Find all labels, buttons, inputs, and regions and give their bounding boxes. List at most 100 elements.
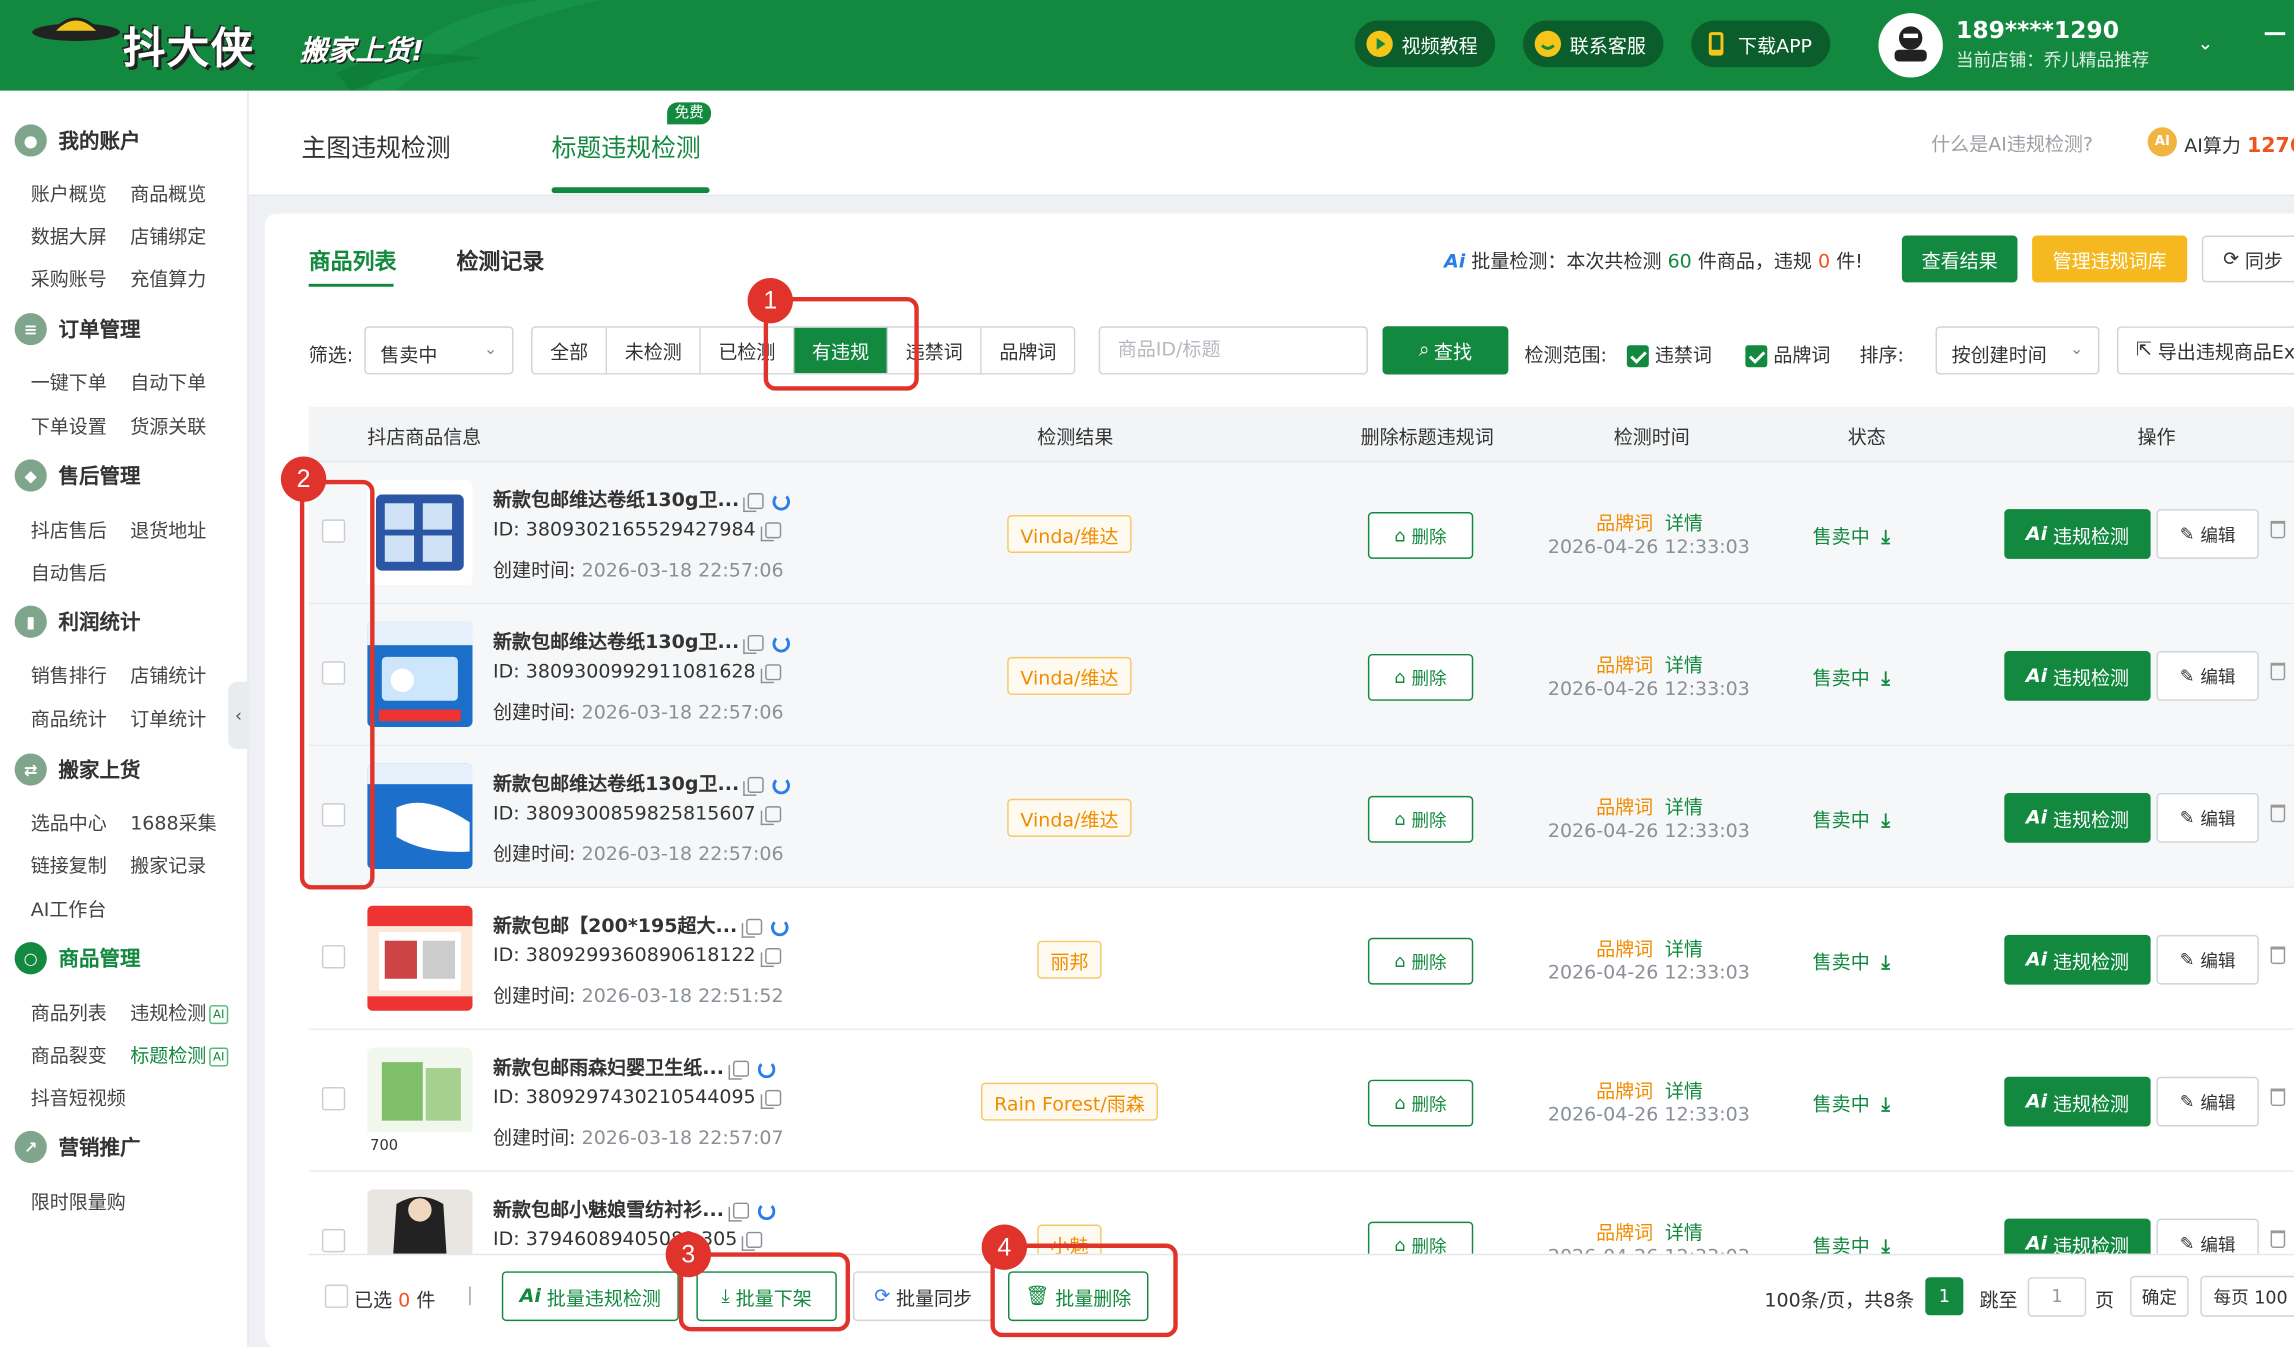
scope-brand-checkbox[interactable]: 品牌词: [1745, 339, 1830, 368]
tab-main-image-detect[interactable]: 主图违规检测: [301, 127, 450, 164]
delete-word-button[interactable]: ⌂ 删除: [1367, 795, 1474, 843]
copy-icon[interactable]: [760, 806, 781, 826]
copy-icon[interactable]: [741, 1231, 763, 1251]
view-result-button[interactable]: 查看结果: [1901, 235, 2018, 283]
sidebar-item-data-screen[interactable]: 数据大屏: [31, 221, 107, 249]
sort-select[interactable]: 按创建时间 ⌄: [1935, 326, 2100, 375]
batch-detect-button[interactable]: Ai 批量违规检测: [501, 1271, 679, 1322]
sidebar-item-1688-collect[interactable]: 1688采集: [130, 808, 216, 835]
check-detail-link[interactable]: 详情: [1665, 791, 1703, 819]
jump-page-input[interactable]: 1: [2027, 1277, 2087, 1317]
select-all-checkbox[interactable]: [324, 1284, 349, 1308]
ai-violation-detect-button[interactable]: Ai 违规检测: [2004, 1076, 2151, 1127]
copy-icon[interactable]: [760, 948, 781, 968]
delete-word-button[interactable]: ⌂ 删除: [1367, 1221, 1474, 1254]
copy-icon[interactable]: [743, 493, 765, 513]
copy-icon[interactable]: [760, 522, 781, 542]
copy-icon[interactable]: [728, 1060, 749, 1080]
copy-icon[interactable]: [760, 1089, 781, 1109]
sidebar-item-goods-list[interactable]: 商品列表: [31, 998, 107, 1026]
ai-violation-detect-button[interactable]: Ai 违规检测: [2004, 1218, 2151, 1254]
sidebar-item-goods-overview[interactable]: 商品概览: [130, 178, 206, 206]
segment-undetected[interactable]: 未检测: [607, 327, 701, 374]
trash-icon[interactable]: [2270, 662, 2286, 681]
sidebar-collapse-button[interactable]: ‹: [228, 681, 249, 750]
download-icon[interactable]: ⤓: [1881, 669, 1889, 691]
product-title[interactable]: 新款包邮维达卷纸130g卫...: [493, 768, 791, 796]
delete-word-button[interactable]: ⌂ 删除: [1367, 937, 1474, 985]
sidebar-item-shop-aftersale[interactable]: 抖店售后: [31, 515, 107, 543]
avatar[interactable]: [1878, 13, 1943, 78]
scope-prohibited-checkbox[interactable]: 违禁词: [1626, 339, 1712, 368]
ai-violation-detect-button[interactable]: Ai 违规检测: [2004, 509, 2151, 559]
download-app-button[interactable]: 下载APP: [1691, 20, 1830, 68]
delete-word-button[interactable]: ⌂ 删除: [1367, 653, 1474, 701]
copy-icon[interactable]: [741, 918, 763, 938]
batch-sync-button[interactable]: ⟳ 批量同步: [852, 1271, 994, 1322]
copy-icon[interactable]: [743, 776, 765, 796]
video-tutorial-button[interactable]: 视频教程: [1354, 20, 1496, 68]
tab-goods-list[interactable]: 商品列表: [309, 246, 397, 277]
status-select[interactable]: 售卖中 ⌄: [364, 326, 514, 375]
edit-button[interactable]: ✎ 编辑: [2156, 509, 2259, 559]
minimize-icon[interactable]: [2264, 32, 2286, 36]
sync-button[interactable]: ⟳ 同步: [2201, 235, 2294, 283]
per-page-select[interactable]: 每页 100 条: [2200, 1275, 2294, 1317]
ai-violation-detect-button[interactable]: Ai 违规检测: [2004, 792, 2151, 843]
sidebar-item-purchase-account[interactable]: 采购账号: [31, 263, 107, 291]
sidebar-item-product-center[interactable]: 选品中心: [31, 808, 107, 835]
trash-icon[interactable]: [2270, 1230, 2286, 1248]
product-title[interactable]: 新款包邮维达卷纸130g卫...: [493, 484, 791, 513]
check-detail-link[interactable]: 详情: [1665, 933, 1703, 961]
delete-word-button[interactable]: ⌂ 删除: [1367, 512, 1474, 559]
sidebar-item-title-detect[interactable]: 标题检测 AI: [130, 1040, 229, 1068]
refresh-icon[interactable]: [772, 776, 791, 794]
copy-icon[interactable]: [728, 1202, 749, 1222]
export-violations-button[interactable]: ⇱ 导出违规商品Ex: [2116, 326, 2294, 375]
jump-confirm-button[interactable]: 确定: [2130, 1275, 2189, 1317]
ai-violation-detect-button[interactable]: Ai 违规检测: [2004, 934, 2151, 985]
page-1-button[interactable]: 1: [1925, 1277, 1964, 1316]
search-button[interactable]: ⌕ 查找: [1382, 326, 1509, 375]
sidebar-item-auto-order[interactable]: 自动下单: [130, 367, 206, 395]
product-title[interactable]: 新款包邮小魅娘雪纺衬衫...: [493, 1194, 776, 1222]
trash-icon[interactable]: [2270, 946, 2286, 965]
sidebar-section-orders[interactable]: ≡ 订单管理: [14, 313, 140, 346]
refresh-icon[interactable]: [770, 918, 789, 936]
search-input[interactable]: [1098, 326, 1368, 375]
refresh-icon[interactable]: [757, 1201, 776, 1220]
check-detail-link[interactable]: 详情: [1665, 1075, 1703, 1103]
row-checkbox[interactable]: [321, 1087, 346, 1111]
sidebar-section-move-goods[interactable]: ⇄ 搬家上货: [14, 753, 140, 786]
row-checkbox[interactable]: [321, 1228, 346, 1253]
sidebar-item-flash-sale[interactable]: 限时限量购: [31, 1186, 126, 1214]
sidebar-item-return-address[interactable]: 退货地址: [130, 515, 206, 543]
edit-button[interactable]: ✎ 编辑: [2156, 792, 2259, 843]
manage-lexicon-button[interactable]: 管理违规词库: [2032, 235, 2188, 283]
check-detail-link[interactable]: 详情: [1665, 1217, 1703, 1245]
sidebar-section-account[interactable]: ● 我的账户: [14, 124, 140, 157]
sidebar-item-move-record[interactable]: 搬家记录: [130, 850, 206, 878]
sidebar-item-order-stats[interactable]: 订单统计: [130, 704, 206, 732]
sidebar-item-goods-fission[interactable]: 商品裂变: [31, 1040, 107, 1068]
check-detail-link[interactable]: 详情: [1665, 508, 1703, 536]
sidebar-section-aftersale[interactable]: ◆ 售后管理: [14, 459, 140, 492]
what-is-ai-detect-link[interactable]: 什么是AI违规检测?: [1931, 129, 2093, 157]
sidebar-item-shop-stats[interactable]: 店铺统计: [130, 660, 206, 688]
edit-button[interactable]: ✎ 编辑: [2156, 934, 2259, 985]
product-title[interactable]: 新款包邮雨森妇婴卫生纸...: [493, 1052, 776, 1080]
sidebar-item-douyin-video[interactable]: 抖音短视频: [31, 1083, 126, 1110]
segment-all[interactable]: 全部: [532, 327, 608, 374]
sidebar-item-ai-workbench[interactable]: AI工作台: [31, 894, 107, 922]
ai-violation-detect-button[interactable]: Ai 违规检测: [2004, 651, 2151, 701]
copy-icon[interactable]: [743, 634, 765, 654]
refresh-icon[interactable]: [757, 1059, 776, 1078]
sidebar-item-auto-aftersale[interactable]: 自动售后: [31, 557, 107, 585]
trash-icon[interactable]: [2270, 1088, 2286, 1107]
sidebar-section-profit[interactable]: ▮ 利润统计: [14, 605, 140, 638]
refresh-icon[interactable]: [772, 634, 791, 652]
refresh-icon[interactable]: [772, 492, 791, 510]
sidebar-item-violation-detect[interactable]: 违规检测 AI: [130, 998, 229, 1026]
sidebar-item-link-copy[interactable]: 链接复制: [31, 850, 107, 878]
edit-button[interactable]: ✎ 编辑: [2156, 1076, 2259, 1127]
